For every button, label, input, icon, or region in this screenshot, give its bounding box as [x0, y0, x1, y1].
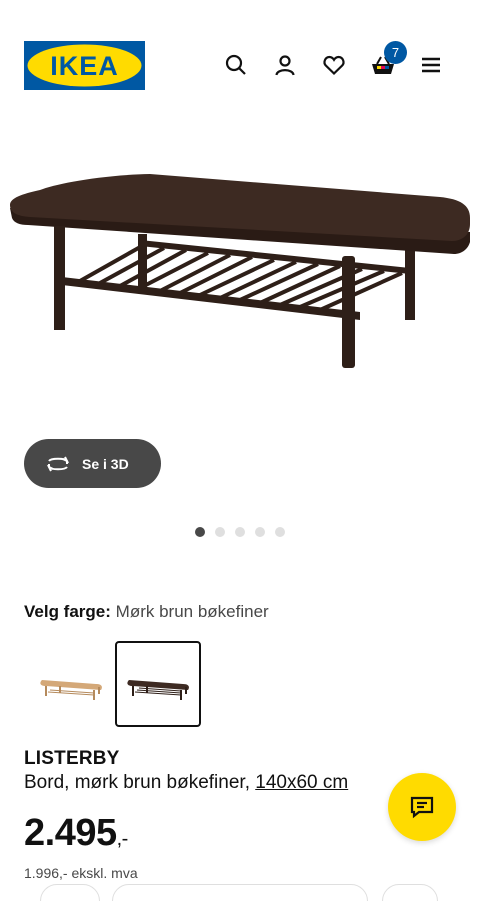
image-carousel-dots — [0, 527, 480, 537]
selected-color-value: Mørk brun bøkefiner — [115, 602, 269, 621]
rotate-3d-icon — [46, 456, 70, 471]
color-swatch-light-oak[interactable] — [28, 641, 114, 727]
partial-action-button[interactable] — [382, 884, 438, 901]
carousel-dot[interactable] — [195, 527, 205, 537]
user-icon[interactable] — [270, 50, 300, 80]
price-excl-vat: 1.996,- ekskl. mva — [24, 865, 138, 881]
view-3d-label: Se i 3D — [82, 455, 129, 472]
price-decimal: ,- — [116, 828, 129, 850]
product-description: Bord, mørk brun bøkefiner, 140x60 cm — [24, 772, 348, 794]
carousel-dot[interactable] — [215, 527, 225, 537]
carousel-dot[interactable] — [255, 527, 265, 537]
partial-action-button[interactable] — [112, 884, 368, 901]
chat-button[interactable] — [388, 773, 456, 841]
price-main: 2.495 — [24, 812, 117, 854]
carousel-dot[interactable] — [275, 527, 285, 537]
product-size-link[interactable]: 140x60 cm — [255, 772, 348, 793]
bottom-actions-partial — [0, 884, 480, 901]
search-icon[interactable] — [221, 50, 251, 80]
product-name: LISTERBY — [24, 748, 120, 769]
header: IKEA 7 — [0, 0, 480, 120]
color-picker-label: Velg farge: Mørk brun bøkefiner — [24, 602, 269, 622]
product-price: 2.495,- — [24, 812, 128, 855]
ikea-logo[interactable]: IKEA — [24, 41, 145, 90]
carousel-dot[interactable] — [235, 527, 245, 537]
logo-text: IKEA — [50, 51, 119, 81]
color-swatch-dark-brown[interactable] — [115, 641, 201, 727]
partial-action-button[interactable] — [40, 884, 100, 901]
cart-count-badge: 7 — [384, 41, 407, 64]
color-label-heading: Velg farge: — [24, 602, 111, 621]
view-3d-button[interactable]: Se i 3D — [24, 439, 161, 488]
product-type: Bord, mørk brun bøkefiner, — [24, 772, 250, 793]
chat-icon — [410, 796, 434, 819]
product-image[interactable] — [0, 150, 480, 450]
heart-icon[interactable] — [319, 50, 349, 80]
menu-icon[interactable] — [416, 50, 446, 80]
